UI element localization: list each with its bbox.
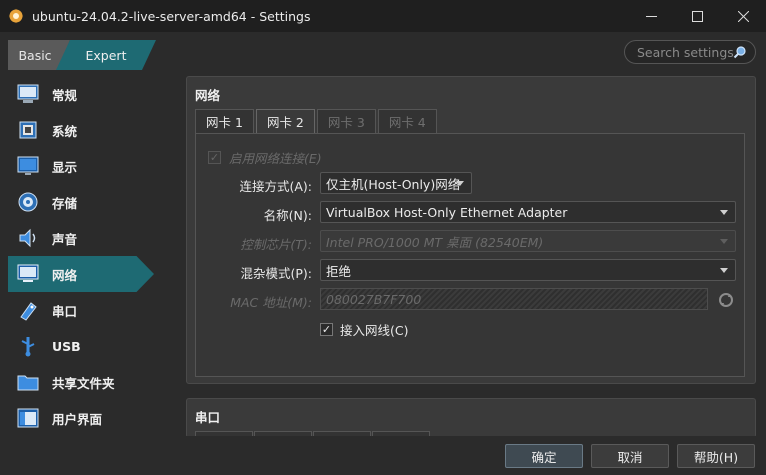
- cancel-button[interactable]: 取消: [591, 444, 669, 468]
- sidebar-item-label: 串口: [52, 303, 78, 319]
- promiscuous-mode-value: 拒绝: [326, 263, 352, 279]
- window-title: ubuntu-24.04.2-live-server-amd64 - Setti…: [32, 8, 311, 24]
- chevron-down-icon: [720, 210, 728, 215]
- enable-adapter-checkbox[interactable]: ✓: [208, 151, 221, 164]
- storage-icon: [16, 190, 40, 214]
- sidebar-item-network[interactable]: 网络: [8, 256, 154, 292]
- adapter-type-label: 控制芯片(T):: [240, 237, 312, 252]
- virtualbox-app-icon: [8, 8, 24, 24]
- chevron-down-icon: [456, 181, 464, 186]
- sidebar-item-label: 常规: [52, 87, 78, 103]
- settings-sidebar: 常规 系统 显示 存储 声音 网络 串口 USB 共享文件夹 用户界面: [8, 76, 158, 436]
- tab-adapter-4[interactable]: 网卡 4: [377, 109, 437, 133]
- cable-connected-label: 接入网线(C): [340, 323, 409, 338]
- close-icon: [737, 10, 749, 22]
- sidebar-item-label: 声音: [52, 231, 78, 247]
- adapter-name-label: 名称(N):: [263, 208, 312, 223]
- sidebar-item-storage[interactable]: 存储: [8, 184, 158, 220]
- dialog-footer: 确定 取消 帮助(H): [0, 436, 766, 475]
- network-group: 网络 网卡 1 网卡 2 网卡 3 网卡 4 ✓ 启用网络连接(E) 连接方式(…: [186, 76, 756, 384]
- network-group-title: 网络: [195, 88, 221, 103]
- close-button[interactable]: [720, 0, 766, 32]
- promiscuous-mode-combo[interactable]: 拒绝: [320, 259, 736, 281]
- sidebar-item-label: 系统: [52, 123, 78, 139]
- sidebar-item-label: 网络: [52, 267, 78, 283]
- display-icon: [16, 154, 40, 178]
- network-icon: [16, 262, 40, 286]
- mode-expert-button[interactable]: Expert: [56, 40, 156, 70]
- sidebar-item-label: USB: [52, 338, 81, 354]
- adapter-name-value: VirtualBox Host-Only Ethernet Adapter: [326, 204, 568, 220]
- attached-to-combo[interactable]: 仅主机(Host-Only)网络: [320, 172, 472, 194]
- sidebar-item-label: 共享文件夹: [52, 375, 115, 391]
- search-input[interactable]: Search settings: [624, 40, 756, 64]
- refresh-mac-icon[interactable]: [718, 292, 734, 308]
- adapter-tabs: 网卡 1 网卡 2 网卡 3 网卡 4: [195, 109, 439, 133]
- shared-folder-icon: [16, 370, 40, 394]
- sidebar-item-user-interface[interactable]: 用户界面: [8, 400, 158, 436]
- sidebar-item-label: 显示: [52, 159, 78, 175]
- sidebar-item-system[interactable]: 系统: [8, 112, 158, 148]
- sidebar-item-usb[interactable]: USB: [8, 328, 158, 364]
- minimize-button[interactable]: [628, 0, 674, 32]
- cable-connected-row: ✓ 接入网线(C): [320, 320, 408, 339]
- mac-address-field[interactable]: 080027B7F700: [320, 288, 708, 310]
- usb-icon: [16, 334, 40, 358]
- search-icon: [733, 46, 746, 59]
- search-placeholder: Search settings: [637, 44, 734, 60]
- system-icon: [16, 118, 40, 142]
- serial-icon: [16, 298, 40, 322]
- general-icon: [16, 82, 40, 106]
- enable-adapter-row: ✓ 启用网络连接(E): [208, 148, 322, 167]
- sidebar-item-shared-folders[interactable]: 共享文件夹: [8, 364, 158, 400]
- tab-adapter-3[interactable]: 网卡 3: [316, 109, 376, 133]
- maximize-button[interactable]: [674, 0, 720, 32]
- mode-switch: Basic Expert: [8, 40, 156, 70]
- tab-adapter-2[interactable]: 网卡 2: [255, 109, 315, 133]
- audio-icon: [16, 226, 40, 250]
- promiscuous-mode-label: 混杂模式(P):: [240, 266, 312, 281]
- sidebar-item-display[interactable]: 显示: [8, 148, 158, 184]
- maximize-icon: [691, 10, 703, 22]
- adapter-name-combo[interactable]: VirtualBox Host-Only Ethernet Adapter: [320, 201, 736, 223]
- title-bar: ubuntu-24.04.2-live-server-amd64 - Setti…: [0, 0, 766, 32]
- sidebar-item-audio[interactable]: 声音: [8, 220, 158, 256]
- attached-to-label: 连接方式(A):: [239, 179, 312, 194]
- adapter-type-combo[interactable]: Intel PRO/1000 MT 桌面 (82540EM): [320, 230, 736, 252]
- ok-button[interactable]: 确定: [505, 444, 583, 468]
- serial-group-title: 串口: [195, 410, 221, 425]
- help-button[interactable]: 帮助(H): [677, 444, 755, 468]
- sidebar-item-serial[interactable]: 串口: [8, 292, 158, 328]
- adapter-tab-panel: ✓ 启用网络连接(E) 连接方式(A): 仅主机(Host-Only)网络 名称…: [195, 133, 745, 377]
- chevron-down-icon: [720, 268, 728, 273]
- enable-adapter-label: 启用网络连接(E): [229, 151, 322, 166]
- minimize-icon: [645, 15, 657, 17]
- sidebar-item-general[interactable]: 常规: [8, 76, 158, 112]
- attached-to-value: 仅主机(Host-Only)网络: [326, 176, 461, 192]
- adapter-type-value: Intel PRO/1000 MT 桌面 (82540EM): [326, 234, 544, 250]
- tab-adapter-1[interactable]: 网卡 1: [195, 109, 254, 133]
- chevron-down-icon: [720, 239, 728, 244]
- cable-connected-checkbox[interactable]: ✓: [320, 323, 333, 336]
- mac-address-value: 080027B7F700: [326, 291, 422, 307]
- sidebar-item-label: 存储: [52, 195, 78, 211]
- sidebar-item-label: 用户界面: [52, 411, 103, 427]
- serial-group: 串口: [186, 398, 756, 441]
- mac-address-label: MAC 地址(M):: [230, 295, 312, 310]
- user-interface-icon: [16, 406, 40, 430]
